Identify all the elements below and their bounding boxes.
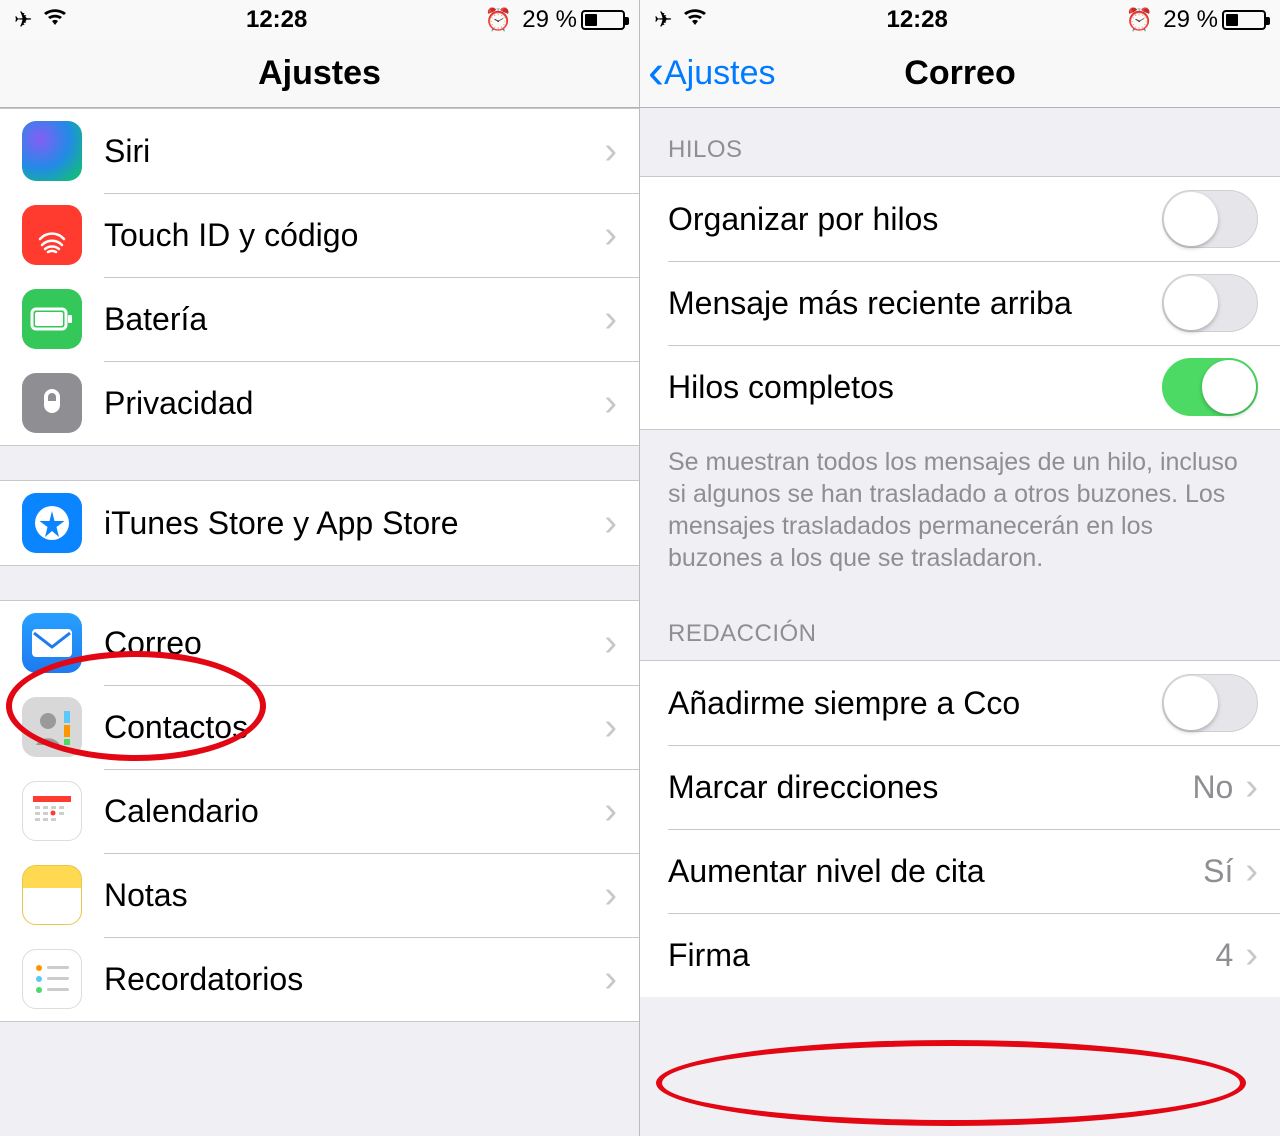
mail-row-always-bcc[interactable]: Añadirme siempre a Cco: [640, 661, 1280, 745]
settings-group-1: Siri›Touch ID y código›Batería›Privacida…: [0, 108, 639, 446]
battery-indicator: 29 %: [1163, 6, 1266, 34]
toggle-switch[interactable]: [1162, 358, 1258, 416]
section-footer-hilos: Se muestran todos los mensajes de un hil…: [640, 430, 1280, 602]
row-label: Organizar por hilos: [668, 201, 1162, 238]
row-label: Contactos: [104, 709, 604, 746]
back-button[interactable]: ‹ Ajustes: [648, 54, 775, 93]
section-header-hilos: HILOS: [640, 108, 1280, 176]
status-bar: ✈ 12:28 ⏰ 29 %: [0, 0, 639, 40]
nav-bar: ‹ Ajustes Correo: [640, 40, 1280, 108]
mail-row-recent-top[interactable]: Mensaje más reciente arriba: [640, 261, 1280, 345]
chevron-right-icon: ›: [604, 382, 617, 425]
toggle-switch[interactable]: [1162, 274, 1258, 332]
calendar-icon: [22, 781, 82, 841]
settings-row-touchid[interactable]: Touch ID y código›: [0, 193, 639, 277]
wifi-icon: [42, 7, 68, 33]
chevron-left-icon: ‹: [648, 59, 664, 88]
row-label: Mensaje más reciente arriba: [668, 285, 1162, 322]
chevron-right-icon: ›: [604, 874, 617, 917]
toggle-switch[interactable]: [1162, 190, 1258, 248]
settings-row-itunes-store[interactable]: iTunes Store y App Store ›: [0, 481, 639, 565]
row-value: No: [1192, 769, 1233, 806]
siri-icon: [22, 121, 82, 181]
row-label: Recordatorios: [104, 961, 604, 998]
mail-row-mark-addresses[interactable]: Marcar direccionesNo ›: [640, 745, 1280, 829]
section-header-redaccion: REDACCIÓN: [640, 602, 1280, 660]
row-label: iTunes Store y App Store: [104, 505, 604, 542]
row-label: Batería: [104, 301, 604, 338]
chevron-right-icon: ›: [604, 298, 617, 341]
settings-group-apps: Correo›Contactos›Calendario›Notas›Record…: [0, 600, 639, 1022]
chevron-right-icon: ›: [1245, 766, 1258, 809]
alarm-icon: ⏰: [1126, 7, 1153, 33]
row-label: Firma: [668, 937, 1216, 974]
row-label: Marcar direcciones: [668, 769, 1192, 806]
mail-row-signature[interactable]: Firma4 ›: [640, 913, 1280, 997]
back-label: Ajustes: [664, 54, 776, 93]
row-label: Correo: [104, 625, 604, 662]
nav-bar: Ajustes: [0, 40, 639, 108]
chevron-right-icon: ›: [604, 622, 617, 665]
mail-settings-screen: ✈ 12:28 ⏰ 29 % ‹ Ajustes Correo HILOS Or…: [640, 0, 1280, 1136]
page-title: Correo: [904, 54, 1015, 93]
airplane-mode-icon: ✈: [14, 7, 32, 33]
chevron-right-icon: ›: [604, 790, 617, 833]
row-label: Hilos completos: [668, 369, 1162, 406]
battery-text: 29 %: [522, 6, 577, 34]
row-label: Notas: [104, 877, 604, 914]
chevron-right-icon: ›: [604, 502, 617, 545]
annotation-firma: [656, 1040, 1246, 1126]
touchid-icon: [22, 205, 82, 265]
settings-row-contacts[interactable]: Contactos›: [0, 685, 639, 769]
status-time: 12:28: [68, 6, 484, 34]
row-label: Añadirme siempre a Cco: [668, 685, 1162, 722]
settings-row-privacy[interactable]: Privacidad›: [0, 361, 639, 445]
chevron-right-icon: ›: [1245, 934, 1258, 977]
settings-row-mail[interactable]: Correo›: [0, 601, 639, 685]
settings-row-calendar[interactable]: Calendario›: [0, 769, 639, 853]
contacts-icon: [22, 697, 82, 757]
mail-icon: [22, 613, 82, 673]
notes-icon: [22, 865, 82, 925]
row-label: Touch ID y código: [104, 217, 604, 254]
chevron-right-icon: ›: [1245, 850, 1258, 893]
chevron-right-icon: ›: [604, 130, 617, 173]
reminders-icon: [22, 949, 82, 1009]
battery-text: 29 %: [1163, 6, 1218, 34]
settings-screen: ✈ 12:28 ⏰ 29 % Ajustes Siri›Touch ID y c…: [0, 0, 640, 1136]
airplane-mode-icon: ✈: [654, 7, 672, 33]
settings-row-notes[interactable]: Notas›: [0, 853, 639, 937]
row-label: Aumentar nivel de cita: [668, 853, 1203, 890]
battery-icon: [22, 289, 82, 349]
chevron-right-icon: ›: [604, 214, 617, 257]
row-label: Privacidad: [104, 385, 604, 422]
mail-row-complete-threads[interactable]: Hilos completos: [640, 345, 1280, 429]
wifi-icon: [682, 7, 708, 33]
toggle-switch[interactable]: [1162, 674, 1258, 732]
row-value: Sí: [1203, 853, 1233, 890]
settings-row-siri[interactable]: Siri›: [0, 109, 639, 193]
row-value: 4: [1216, 937, 1234, 974]
status-bar: ✈ 12:28 ⏰ 29 %: [640, 0, 1280, 40]
page-title: Ajustes: [258, 54, 381, 93]
appstore-icon: [22, 493, 82, 553]
battery-indicator: 29 %: [522, 6, 625, 34]
status-time: 12:28: [708, 6, 1125, 34]
settings-row-reminders[interactable]: Recordatorios›: [0, 937, 639, 1021]
row-label: Calendario: [104, 793, 604, 830]
mail-group-hilos: Organizar por hilos Mensaje más reciente …: [640, 176, 1280, 430]
settings-group-store: iTunes Store y App Store ›: [0, 480, 639, 566]
mail-group-redaccion: Añadirme siempre a Cco Marcar direcciones…: [640, 660, 1280, 997]
chevron-right-icon: ›: [604, 706, 617, 749]
privacy-icon: [22, 373, 82, 433]
alarm-icon: ⏰: [485, 7, 512, 33]
row-label: Siri: [104, 133, 604, 170]
chevron-right-icon: ›: [604, 958, 617, 1001]
mail-row-organize-threads[interactable]: Organizar por hilos: [640, 177, 1280, 261]
mail-row-quote-level[interactable]: Aumentar nivel de citaSí ›: [640, 829, 1280, 913]
settings-row-battery[interactable]: Batería›: [0, 277, 639, 361]
